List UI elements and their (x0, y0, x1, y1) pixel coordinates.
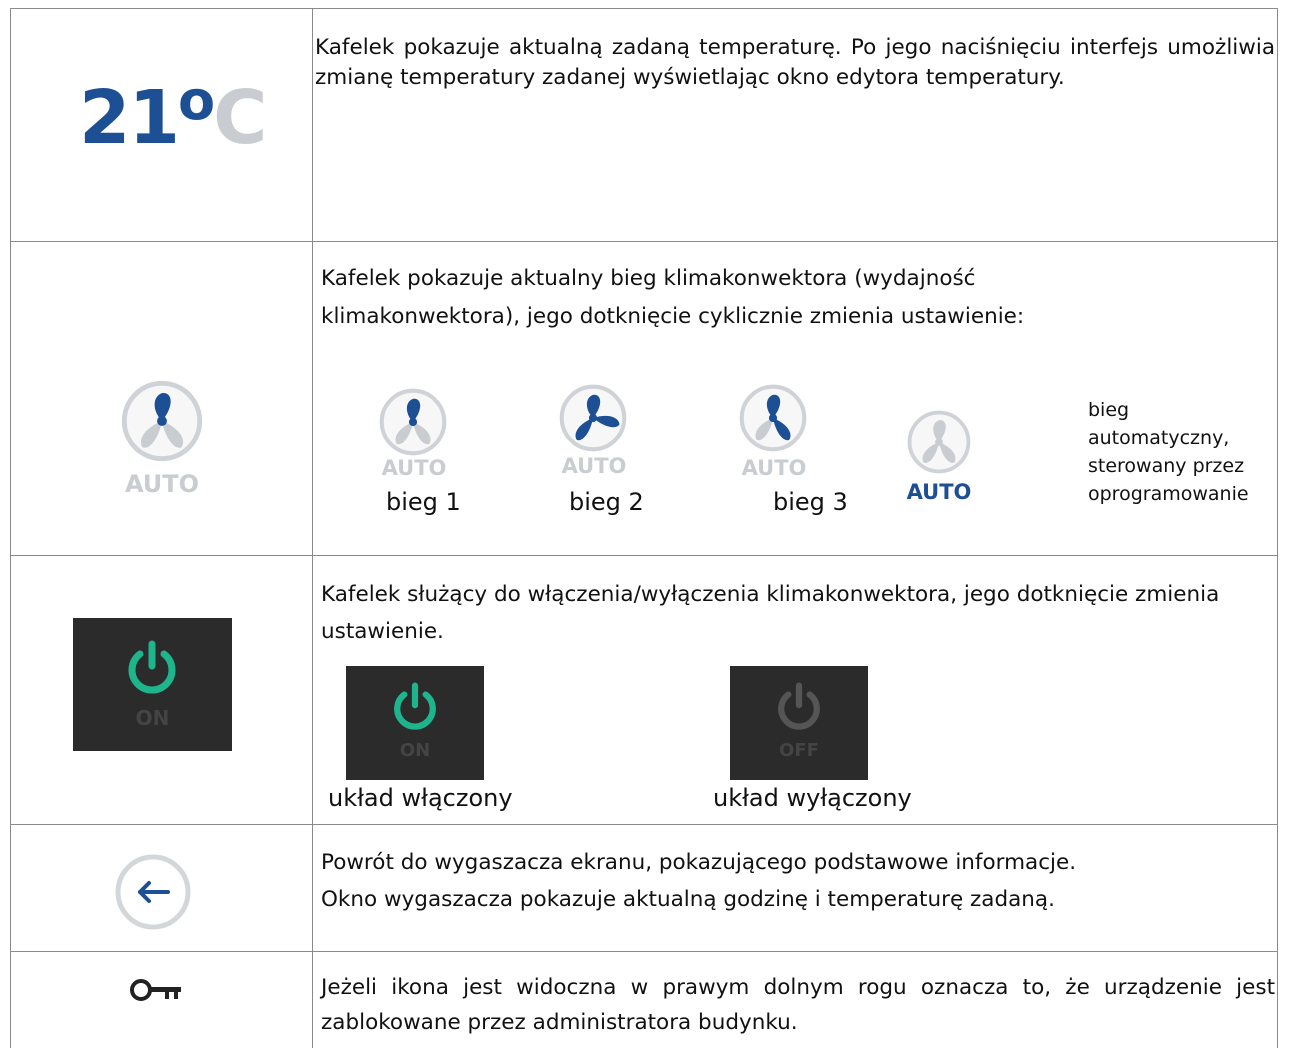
key-icon (130, 979, 181, 1001)
row-back: Powrót do wygaszacza ekranu, pokazująceg… (11, 825, 1278, 952)
back-description-line-2: Okno wygaszacza pokazuje aktualną godzin… (321, 887, 1055, 912)
lock-description: Jeżeli ikona jest widoczna w prawym doln… (321, 975, 1275, 1035)
fan-speed-1-icon (379, 388, 447, 456)
temperature-description: Kafelek pokazuje aktualną zadaną tempera… (315, 35, 1275, 90)
auto-mode-description: bieg automatyczny, sterowany przez oprog… (1088, 396, 1249, 508)
fan-tile-cell: AUTO (11, 242, 313, 555)
power-tile[interactable]: ON (73, 618, 232, 751)
fan-auto-icon (121, 380, 203, 462)
back-description-line-1: Powrót do wygaszacza ekranu, pokazująceg… (321, 850, 1077, 875)
fan-speed-3-caption: bieg 3 (773, 488, 848, 516)
temperature-value: 21 (79, 75, 180, 161)
auto-desc-line-1: bieg (1088, 399, 1130, 421)
row-power: ON Kafelek służący do włączenia/wyłączen… (11, 556, 1278, 825)
fan-speed-2-caption: bieg 2 (569, 488, 644, 516)
auto-desc-line-4: oprogramowanie (1088, 483, 1249, 505)
power-on-example: ON (346, 666, 484, 780)
back-description: Powrót do wygaszacza ekranu, pokazująceg… (321, 844, 1261, 918)
fan-description: Kafelek pokazuje aktualny bieg klimakonw… (321, 266, 1025, 329)
fan-auto-mode-label: AUTO (906, 480, 972, 504)
temperature-tile[interactable]: 21oC (79, 69, 267, 161)
info-table: 21oC Kafelek pokazuje aktualną zadaną te… (10, 8, 1278, 1048)
power-off-icon (778, 682, 820, 730)
lock-description-cell: Jeżeli ikona jest widoczna w prawym doln… (313, 952, 1278, 1048)
fan-description-cell: Kafelek pokazuje aktualny bieg klimakonw… (313, 242, 1278, 555)
row-temperature: 21oC Kafelek pokazuje aktualną zadaną te… (11, 9, 1278, 242)
temperature-unit: C (213, 75, 267, 161)
fan-speed-3-label: AUTO (741, 456, 807, 480)
back-tile-cell (11, 825, 313, 951)
back-arrow-icon[interactable] (113, 852, 193, 932)
fan-tile[interactable]: AUTO (117, 380, 213, 500)
power-icon (128, 640, 176, 694)
power-on-icon (394, 682, 436, 730)
power-off-example: OFF (730, 666, 868, 780)
power-off-label: OFF (779, 740, 819, 761)
auto-desc-line-2: automatyczny, (1088, 427, 1230, 449)
row-fan: AUTO Kafelek pokazuje aktualny bieg klim… (11, 242, 1278, 556)
power-tile-cell: ON (11, 556, 313, 824)
lock-tile-cell (11, 952, 313, 1048)
row-lock: Jeżeli ikona jest widoczna w prawym doln… (11, 952, 1278, 1048)
fan-speed-1-caption: bieg 1 (386, 488, 461, 516)
temperature-description-cell: Kafelek pokazuje aktualną zadaną tempera… (313, 9, 1278, 241)
back-description-cell: Powrót do wygaszacza ekranu, pokazująceg… (313, 825, 1278, 951)
temperature-tile-cell: 21oC (11, 9, 313, 241)
fan-speed-1-label: AUTO (381, 456, 447, 480)
power-description: Kafelek służący do włączenia/wyłączenia … (321, 582, 1220, 644)
power-on-caption: układ włączony (328, 784, 513, 812)
fan-tile-label: AUTO (124, 470, 200, 498)
power-on-label: ON (399, 740, 431, 761)
power-description-cell: Kafelek służący do włączenia/wyłączenia … (313, 556, 1278, 824)
degree-symbol: o (177, 69, 215, 132)
power-tile-label: ON (135, 706, 170, 730)
fan-speed-2-icon (559, 384, 627, 452)
auto-desc-line-3: sterowany przez (1088, 455, 1245, 477)
power-off-caption: układ wyłączony (713, 784, 912, 812)
fan-speed-2-label: AUTO (561, 454, 627, 478)
fan-auto-mode-icon (907, 410, 971, 474)
fan-speed-3-icon (739, 384, 807, 452)
